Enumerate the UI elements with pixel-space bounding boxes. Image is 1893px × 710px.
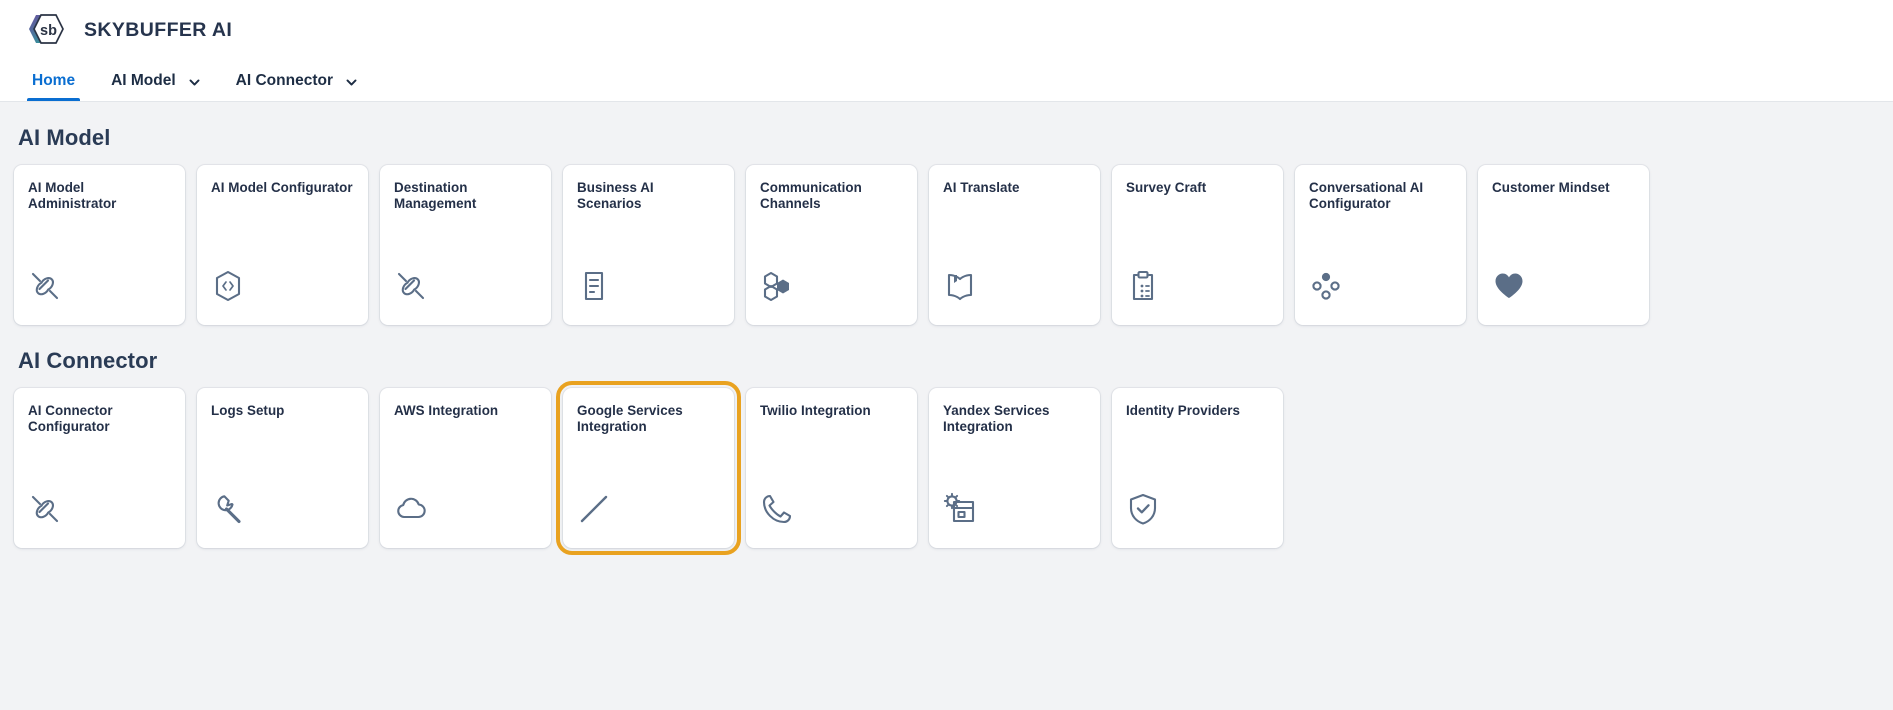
tab-ai-connector-label: AI Connector — [235, 71, 333, 89]
tile-communication-channels[interactable]: Communication Channels — [746, 165, 917, 325]
connector-plug-icon — [28, 269, 62, 303]
group-title-ai-model: AI Model — [18, 125, 111, 150]
shield-check-icon — [1126, 492, 1160, 526]
tile-title: AI Connector Configurator — [28, 403, 113, 434]
window-gear-icon — [943, 492, 977, 526]
diagonal-line-icon — [577, 492, 611, 526]
skybuffer-logo-icon[interactable]: sb — [24, 9, 66, 51]
tile-ai-connector-configurator[interactable]: AI Connector Configurator — [14, 388, 185, 548]
tile-title: Twilio Integration — [760, 403, 871, 418]
tab-home[interactable]: Home — [14, 60, 93, 101]
tile-ai-model-administrator[interactable]: AI Model Administrator — [14, 165, 185, 325]
home-page: sb SKYBUFFER AI Home AI Model AI Connect… — [0, 0, 1893, 710]
tile-title: AI Model Configurator — [211, 180, 353, 195]
app-header: sb SKYBUFFER AI Home AI Model AI Connect… — [0, 0, 1893, 102]
tile-identity-providers[interactable]: Identity Providers — [1112, 388, 1283, 548]
tile-twilio-integration[interactable]: Twilio Integration — [746, 388, 917, 548]
tile-title: Customer Mindset — [1492, 180, 1610, 195]
group-title-ai-connector: AI Connector — [18, 348, 158, 373]
cloud-icon — [394, 492, 428, 526]
tile-row-ai-connector: AI Connector Configurator Logs Setup AWS I… — [14, 381, 1879, 555]
tile-title: Business AI Scenarios — [577, 180, 654, 211]
tile-customer-mindset[interactable]: Customer Mindset — [1478, 165, 1649, 325]
tile-logs-setup[interactable]: Logs Setup — [197, 388, 368, 548]
code-hexagon-icon — [211, 269, 245, 303]
tile-title: AI Translate — [943, 180, 1020, 195]
tile-business-ai-scenarios[interactable]: Business AI Scenarios — [563, 165, 734, 325]
phone-icon — [760, 492, 794, 526]
tile-title: Survey Craft — [1126, 180, 1207, 195]
tab-ai-model[interactable]: AI Model — [93, 60, 218, 101]
tile-title: Conversational AI Configurator — [1309, 180, 1424, 211]
brand-title: SKYBUFFER AI — [84, 18, 233, 41]
tile-destination-management[interactable]: Destination Management — [380, 165, 551, 325]
tab-home-label: Home — [32, 71, 76, 89]
brand-row: sb SKYBUFFER AI — [0, 0, 1893, 60]
tile-conversational-ai-configurator[interactable]: Conversational AI Configurator — [1295, 165, 1466, 325]
tile-google-services-integration[interactable]: Google Services Integration — [556, 381, 741, 555]
connector-plug-icon — [394, 269, 428, 303]
tile-survey-craft[interactable]: Survey Craft — [1112, 165, 1283, 325]
connector-plug-icon — [28, 492, 62, 526]
main-nav-tabs: Home AI Model AI Connector — [0, 60, 1893, 101]
tile-title: AI Model Administrator — [28, 180, 117, 211]
tile-yandex-services-integration[interactable]: Yandex Services Integration — [929, 388, 1100, 548]
tile-content-area: AI Model AI Model Administrator AI Model … — [0, 102, 1893, 710]
tile-title: Yandex Services Integration — [943, 403, 1050, 434]
tab-ai-model-label: AI Model — [111, 71, 176, 89]
heart-icon — [1492, 269, 1526, 303]
wrench-icon — [211, 492, 245, 526]
tile-row-ai-model: AI Model Administrator AI Model Configura… — [14, 165, 1879, 325]
svg-text:sb: sb — [40, 23, 57, 39]
chevron-down-icon — [189, 75, 200, 86]
tile-title: Logs Setup — [211, 403, 285, 418]
document-lines-icon — [577, 269, 611, 303]
clipboard-list-icon — [1126, 269, 1160, 303]
tile-title: Identity Providers — [1126, 403, 1241, 418]
tab-ai-connector[interactable]: AI Connector — [218, 60, 375, 101]
tile-title: AWS Integration — [394, 403, 499, 418]
open-book-icon — [943, 269, 977, 303]
tile-title: Communication Channels — [760, 180, 862, 211]
dots-cluster-icon — [1309, 269, 1343, 303]
chevron-down-icon — [346, 75, 357, 86]
tile-title: Destination Management — [394, 180, 477, 211]
tile-ai-translate[interactable]: AI Translate — [929, 165, 1100, 325]
tile-title: Google Services Integration — [577, 403, 683, 434]
tile-aws-integration[interactable]: AWS Integration — [380, 388, 551, 548]
tile-ai-model-configurator[interactable]: AI Model Configurator — [197, 165, 368, 325]
hexagon-group-icon — [760, 269, 794, 303]
